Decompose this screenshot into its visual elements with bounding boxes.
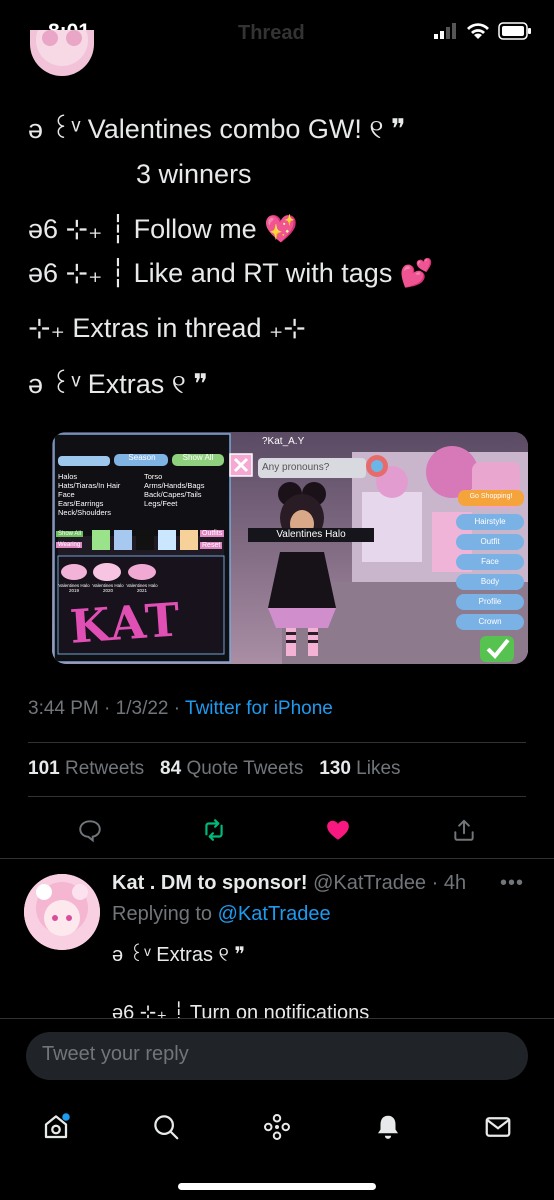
retweets-count: 101 — [28, 758, 60, 779]
game-shop-button: Go Shopping! — [469, 493, 513, 500]
game-side-button: Face — [481, 557, 499, 566]
tab-search[interactable] — [146, 1107, 186, 1147]
game-button-outfits: Outfits — [200, 530, 225, 537]
game-category: Neck/Shoulders — [58, 508, 111, 517]
game-categories-right: Torso Arms/Hands/Bags Back/Capes/Tails L… — [144, 472, 204, 508]
quotes-count: 84 — [160, 758, 182, 779]
spaces-icon — [264, 1114, 290, 1140]
game-button-show-all: Show All — [56, 531, 84, 537]
retweets-stat[interactable]: 101 Retweets — [28, 758, 144, 779]
quotes-label: Quote Tweets — [186, 758, 304, 779]
likes-count: 130 — [319, 758, 351, 779]
game-side-button: Profile — [478, 597, 502, 606]
battery-icon — [498, 22, 531, 40]
cellular-icon — [434, 23, 456, 39]
separator-dot: · — [173, 698, 186, 719]
separator-dot: · — [104, 698, 116, 719]
like-button[interactable] — [320, 810, 356, 850]
home-indicator — [178, 1183, 376, 1190]
game-category: Halos — [58, 472, 78, 481]
game-item-label: Valentines Halo 2021 — [126, 583, 158, 593]
tweet-time: 3:44 PM — [28, 698, 99, 719]
separator-dot: · — [431, 872, 439, 894]
game-tab-show-all: Show All — [182, 453, 214, 462]
quotes-stat[interactable]: 84 Quote Tweets — [160, 758, 303, 779]
home-icon — [44, 1113, 70, 1139]
reply-header: Kat . DM to sponsor! @KatTradee · 4h — [112, 872, 466, 895]
game-item-label: Valentines Halo 2019 — [58, 583, 90, 593]
reply-button[interactable] — [72, 810, 108, 850]
divider — [28, 796, 526, 797]
game-categories-left: Halos Hats/Tiaras/In Hair Face Ears/Earr… — [58, 472, 120, 517]
status-icons — [434, 22, 532, 40]
search-icon — [154, 1115, 179, 1140]
game-selected-item: Valentines Halo — [276, 529, 346, 540]
replying-to-handle[interactable]: @KatTradee — [218, 903, 331, 925]
tab-home[interactable] — [36, 1107, 76, 1147]
tweet-line-follow: ə6 ⊹₊ ┆ Follow me 💖 — [28, 214, 298, 244]
more-options-icon[interactable]: ••• — [500, 872, 524, 895]
reply-input-placeholder: Tweet your reply — [42, 1043, 189, 1065]
retweet-button[interactable] — [196, 810, 232, 850]
reply-avatar[interactable] — [24, 874, 100, 950]
game-button-wearing: Wearing — [56, 542, 83, 548]
reply-age: 4h — [443, 872, 467, 894]
divider — [0, 858, 554, 859]
tab-spaces[interactable] — [257, 1107, 297, 1147]
replying-to-label: Replying to — [112, 903, 213, 925]
tweet-action-bar — [0, 810, 554, 850]
reply-composer[interactable]: Tweet your reply — [26, 1032, 528, 1080]
likes-stat[interactable]: 130 Likes — [319, 758, 400, 779]
tweet-line-extras: ə ꒰ᵛ Extras ୧ ❞ — [28, 369, 208, 399]
retweet-icon — [205, 819, 223, 841]
game-side-button: Hairstyle — [474, 517, 506, 526]
game-category: Back/Capes/Tails — [144, 490, 202, 499]
tweet-line-extras-thread: ⊹₊ Extras in thread ₊⊹ — [28, 313, 306, 343]
retweets-label: Retweets — [64, 758, 145, 779]
tab-bar — [0, 1107, 554, 1167]
like-icon — [327, 820, 349, 840]
game-side-button: Body — [480, 577, 500, 586]
tweet-stats: 101 Retweets 84 Quote Tweets 130 Likes — [28, 758, 401, 780]
likes-label: Likes — [356, 758, 401, 779]
tab-messages[interactable] — [478, 1107, 518, 1147]
tweet-line-like-rt: ə6 ⊹₊ ┆ Like and RT with tags 💕 — [28, 258, 434, 288]
reply-line-extras: ə ꒰ᵛ Extras ୧ ❞ — [112, 944, 246, 966]
notifications-icon — [378, 1115, 398, 1139]
tweet-line-winners: 3 winners — [136, 159, 252, 189]
game-category: Face — [58, 490, 75, 499]
game-category: Arms/Hands/Bags — [144, 481, 205, 490]
replying-to-line: Replying to @KatTradee — [112, 903, 331, 926]
game-category: Legs/Feet — [144, 499, 178, 508]
game-button-reset: Reset — [200, 542, 223, 549]
reply-icon — [79, 820, 101, 843]
game-category: Torso — [144, 472, 163, 481]
game-category: Ears/Earrings — [58, 499, 104, 508]
game-chat-bubble: Any pronouns? — [262, 462, 330, 473]
divider — [28, 742, 526, 743]
messages-icon — [485, 1117, 511, 1137]
status-bar: 8:01 Thread — [0, 0, 554, 76]
wifi-icon — [467, 23, 489, 39]
game-player-tag: ?Kat_A.Y — [262, 436, 305, 447]
reply-author-handle[interactable]: @KatTradee — [313, 872, 426, 894]
tweet-source-link[interactable]: Twitter for iPhone — [185, 698, 333, 719]
game-tab-season: Season — [128, 453, 156, 462]
author-avatar[interactable] — [30, 30, 94, 76]
tab-notifications[interactable] — [368, 1107, 408, 1147]
game-side-button: Crown — [478, 617, 502, 626]
game-side-button: Outfit — [480, 537, 500, 546]
tweet-line-title: ə ꒰ᵛ Valentines combo GW! ୧ ❞ — [28, 114, 406, 144]
tweet-media-image[interactable]: Season Show All Halos Hats/Tiaras/In Hai… — [52, 432, 528, 664]
bottom-bar: Tweet your reply — [0, 1018, 554, 1200]
reply-author-name[interactable]: Kat . DM to sponsor! — [112, 872, 308, 894]
game-category: Hats/Tiaras/In Hair — [58, 481, 121, 490]
tweet-timestamp-line: 3:44 PM · 1/3/22 · Twitter for iPhone — [28, 698, 333, 720]
kat-signature: KAT — [68, 592, 184, 654]
header-title: Thread — [238, 22, 305, 44]
game-item-label: Valentines Halo 2020 — [92, 583, 124, 593]
share-button[interactable] — [446, 810, 482, 850]
share-icon — [454, 819, 474, 841]
tweet-date: 1/3/22 — [115, 698, 169, 719]
